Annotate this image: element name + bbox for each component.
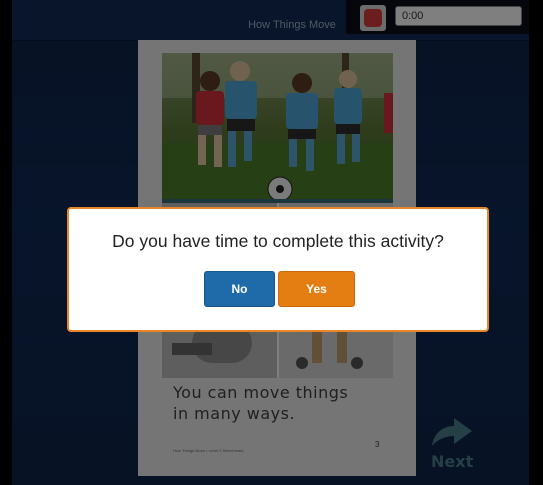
confirm-dialog: Do you have time to complete this activi…: [67, 207, 489, 332]
yes-button[interactable]: Yes: [278, 271, 355, 307]
dialog-question: Do you have time to complete this activi…: [112, 231, 444, 251]
reader-app: How Things Move 0:00: [0, 0, 543, 485]
no-button[interactable]: No: [204, 271, 275, 307]
